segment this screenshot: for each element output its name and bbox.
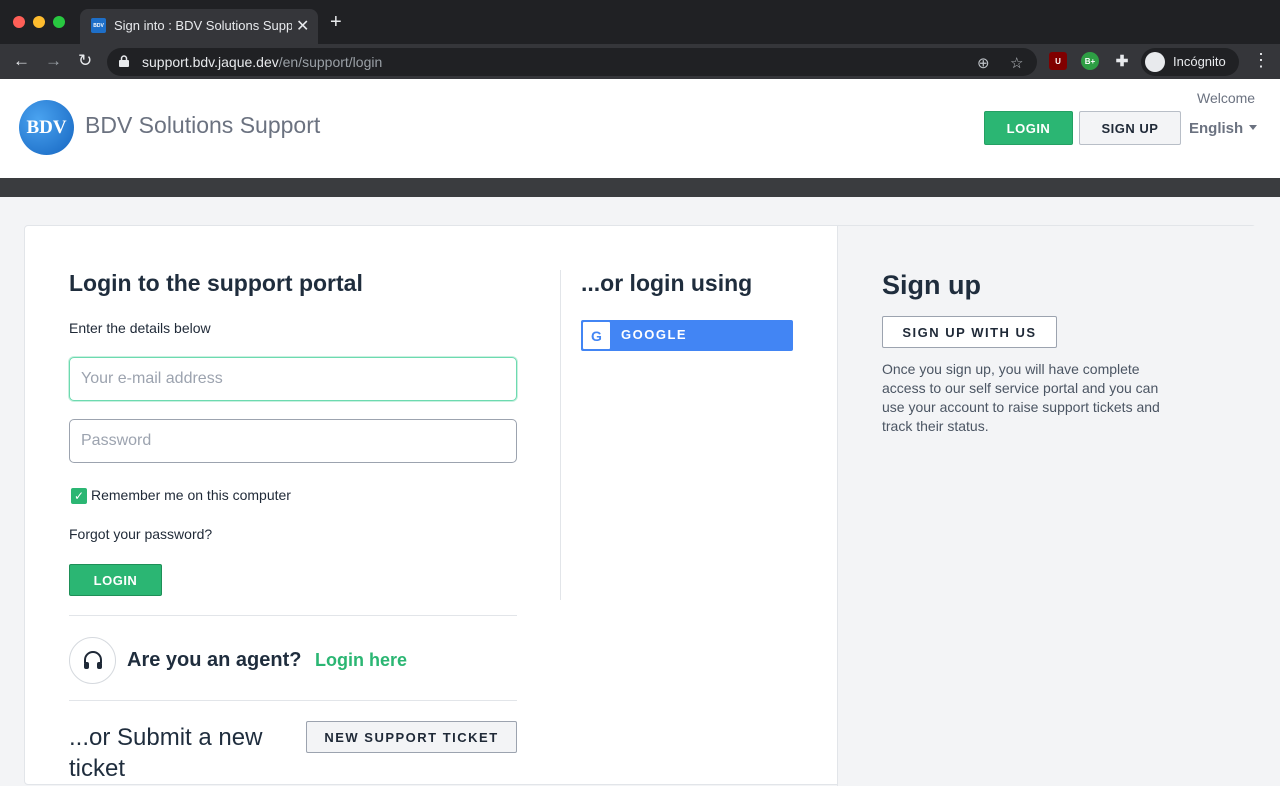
forgot-password-link[interactable]: Forgot your password? — [69, 526, 212, 542]
social-login-title: ...or login using — [581, 270, 753, 296]
chevron-down-icon — [1249, 125, 1258, 130]
agent-login-link[interactable]: Login here — [315, 650, 407, 671]
bookmark-star-icon[interactable]: ☆ — [1010, 54, 1023, 72]
google-login-button[interactable]: G GOOGLE — [581, 320, 793, 351]
forward-icon[interactable]: → — [45, 52, 62, 70]
headset-icon — [69, 637, 116, 684]
signup-panel: Sign up SIGN UP WITH US Once you sign up… — [837, 226, 1256, 786]
close-window-button[interactable] — [13, 16, 25, 28]
incognito-icon — [1145, 52, 1165, 72]
agent-question: Are you an agent? — [127, 649, 302, 671]
signup-title: Sign up — [882, 270, 981, 300]
header-divider-band — [0, 178, 1280, 197]
browser-tabstrip: BDV Sign into : BDV Solutions Supp ✕ + — [0, 0, 1280, 44]
email-field[interactable]: Your e-mail address — [69, 357, 517, 401]
login-subtitle: Enter the details below — [69, 320, 211, 336]
bdv-logo[interactable]: BDV — [19, 100, 74, 155]
welcome-text: Welcome — [1197, 90, 1256, 106]
browser-menu-icon[interactable]: ⋮ — [1252, 50, 1270, 71]
reload-icon[interactable]: ↻ — [78, 52, 92, 70]
close-tab-icon[interactable]: ✕ — [296, 16, 309, 36]
extension-badge-icon[interactable]: B+ — [1081, 52, 1099, 70]
submit-ticket-heading: ...or Submit a new ticket — [69, 724, 263, 782]
browser-tab-active[interactable]: BDV Sign into : BDV Solutions Supp ✕ — [80, 9, 318, 44]
header-login-button[interactable]: LOGIN — [984, 111, 1073, 145]
login-button[interactable]: LOGIN — [69, 564, 162, 596]
google-label: GOOGLE — [621, 327, 688, 342]
brand-name[interactable]: BDV Solutions Support — [85, 112, 320, 139]
signup-description: Once you sign up, you will have complete… — [882, 361, 1160, 434]
address-bar[interactable]: support.bdv.jaque.dev/en/support/login ⊕… — [107, 48, 1037, 76]
new-support-ticket-button[interactable]: NEW SUPPORT TICKET — [306, 721, 517, 753]
back-icon[interactable]: ← — [13, 52, 30, 70]
incognito-profile-button[interactable]: Incógnito — [1141, 48, 1239, 76]
new-tab-icon[interactable]: + — [330, 12, 342, 32]
column-separator — [560, 270, 561, 600]
header-signup-button[interactable]: SIGN UP — [1079, 111, 1181, 145]
login-card: Login to the support portal Enter the de… — [24, 225, 1256, 786]
language-dropdown[interactable]: English — [1189, 120, 1258, 137]
favicon-icon: BDV — [91, 18, 106, 33]
zoom-icon[interactable]: ⊕ — [977, 54, 990, 72]
tab-title: Sign into : BDV Solutions Supp — [114, 18, 292, 33]
url-text: support.bdv.jaque.dev/en/support/login — [142, 54, 383, 70]
lock-icon — [119, 55, 129, 67]
divider — [69, 700, 517, 701]
site-header: BDV BDV Solutions Support Welcome LOGIN … — [0, 79, 1280, 178]
minimize-window-button[interactable] — [33, 16, 45, 28]
ublock-extension-icon[interactable]: U — [1049, 52, 1067, 70]
remember-me-checkbox[interactable]: ✓ — [71, 488, 87, 504]
login-title: Login to the support portal — [69, 270, 363, 296]
signup-with-us-button[interactable]: SIGN UP WITH US — [882, 316, 1057, 348]
browser-toolbar: ← → ↻ support.bdv.jaque.dev/en/support/l… — [0, 44, 1280, 79]
remember-me-label[interactable]: Remember me on this computer — [91, 487, 291, 503]
extensions-puzzle-icon[interactable]: ✚ — [1113, 52, 1131, 70]
password-field[interactable]: Password — [69, 419, 517, 463]
maximize-window-button[interactable] — [53, 16, 65, 28]
divider — [69, 615, 517, 616]
google-icon: G — [583, 322, 610, 349]
